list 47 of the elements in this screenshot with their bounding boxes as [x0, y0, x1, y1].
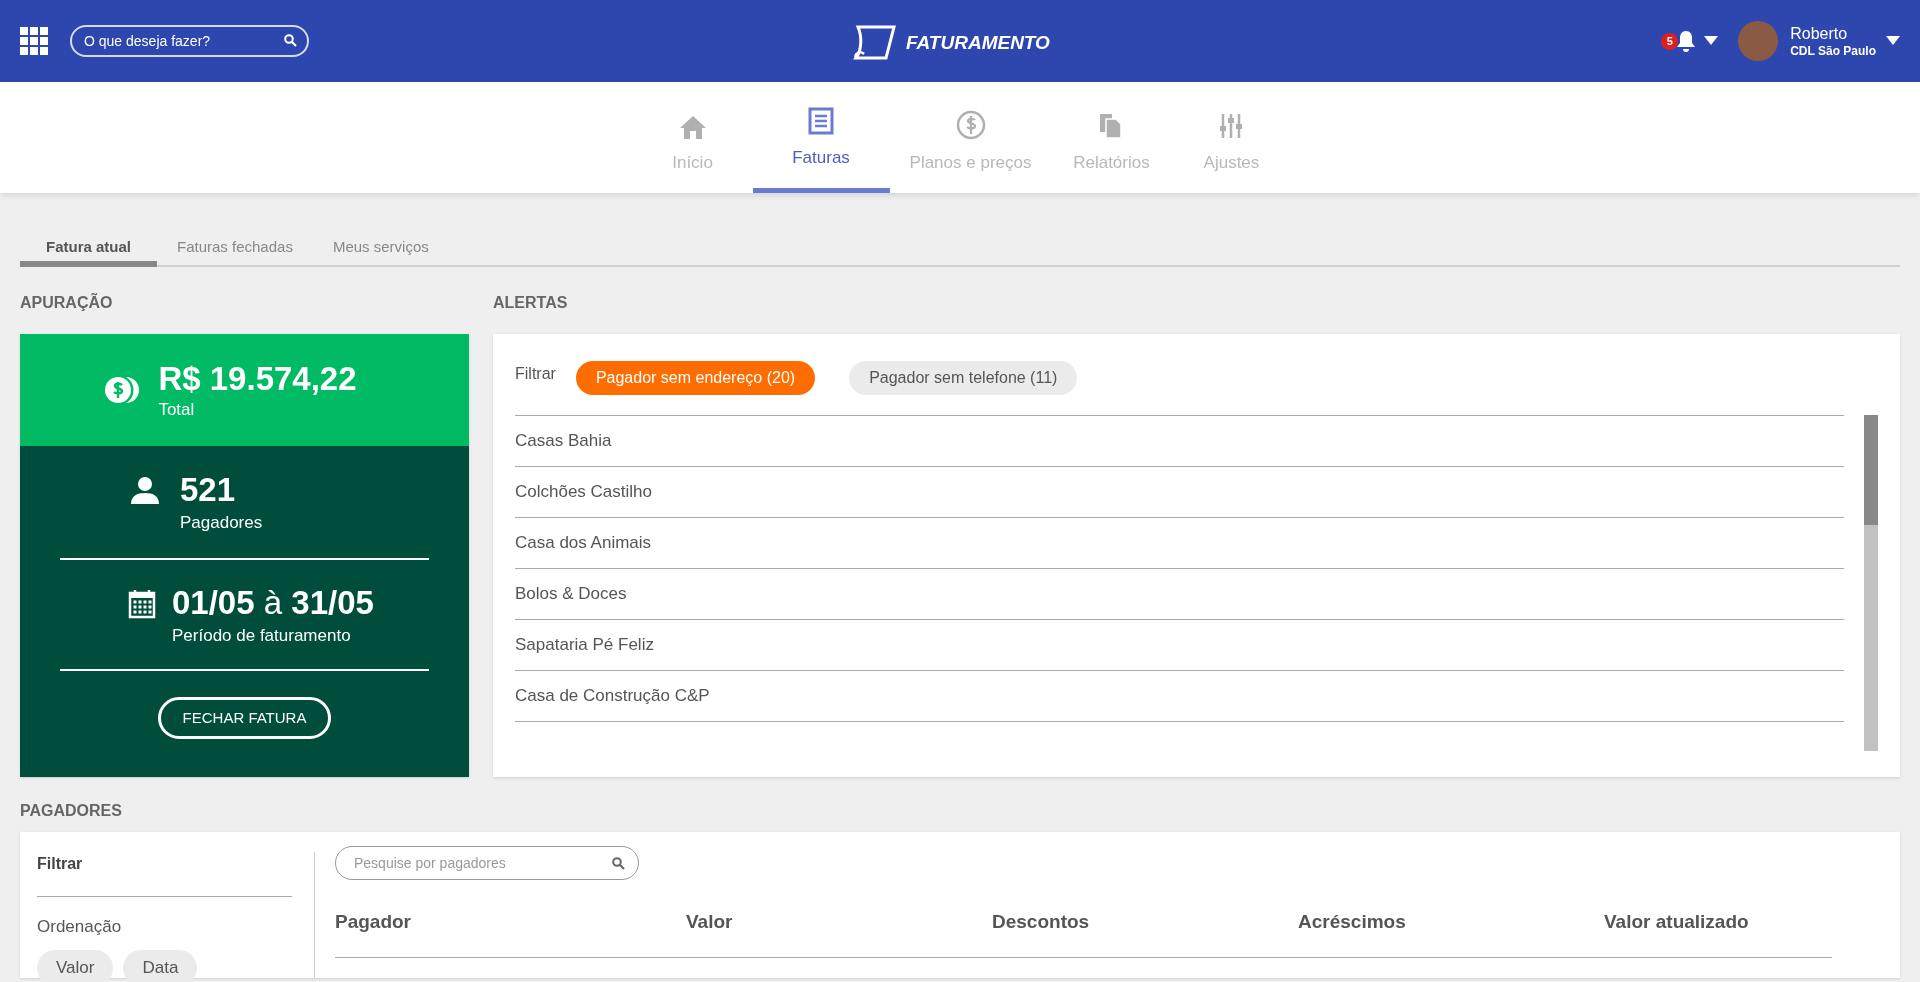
payers-label: Pagadores: [180, 514, 263, 531]
sliders-icon: [1219, 111, 1244, 140]
column-header[interactable]: Descontos: [992, 908, 1298, 937]
search-field[interactable]: Pesquise por pagadores: [335, 846, 639, 880]
alert-list-item[interactable]: Casa dos Animais: [515, 530, 652, 556]
user-name: Roberto: [1790, 23, 1849, 44]
payers-count: 521: [180, 473, 237, 506]
dollar-icon: [955, 109, 986, 140]
section-title: ALERTAS: [493, 293, 569, 313]
total-label: Total: [158, 401, 196, 418]
user-organization: CDL São Paulo: [1790, 43, 1876, 59]
filter-chip[interactable]: Pagador sem telefone (11): [849, 361, 1078, 395]
period-label: Período de faturamento: [172, 626, 352, 644]
scrollbar[interactable]: [1864, 415, 1878, 751]
section-title: PAGADORES: [20, 801, 123, 821]
sort-chip[interactable]: Data: [123, 949, 198, 982]
column-header[interactable]: Valor: [686, 908, 992, 937]
ordering-label: Ordenação: [37, 916, 123, 938]
apps-grid-icon[interactable]: [20, 27, 48, 55]
filter-title: Filtrar: [37, 852, 292, 897]
column-header[interactable]: Valor atualizado: [1604, 908, 1832, 937]
alert-list-item[interactable]: Casas Bahia: [515, 428, 612, 454]
close-invoice-button[interactable]: FECHAR FATURA: [157, 697, 332, 739]
nav-tab[interactable]: Faturas: [752, 82, 890, 193]
search-icon: [284, 34, 297, 47]
sort-chip[interactable]: Valor: [37, 949, 114, 982]
column-header[interactable]: Acréscimos: [1298, 908, 1604, 937]
section-title: APURAÇÃO: [20, 292, 114, 313]
document-icon: [808, 106, 835, 135]
column-header[interactable]: Pagador: [335, 908, 686, 937]
app-title: FATURAMENTO: [906, 30, 1050, 55]
alert-list-item[interactable]: Bolos & Doces: [515, 581, 627, 607]
logo-icon: [852, 24, 896, 62]
alert-list-item[interactable]: Colchões Castilho: [515, 479, 652, 505]
person-icon: [130, 475, 160, 505]
alert-list-item[interactable]: Sapataria Pé Feliz: [515, 632, 654, 658]
sub-tab[interactable]: Fatura atual: [20, 233, 157, 267]
home-icon: [678, 113, 707, 140]
caret-icon[interactable]: [1886, 36, 1900, 46]
billing-period: 01/05 à 31/05: [172, 585, 374, 619]
alert-list-item[interactable]: Casa de Construção C&P: [515, 683, 710, 709]
caret-icon[interactable]: [1704, 36, 1719, 46]
calendar-icon: [128, 588, 156, 619]
search-icon: [612, 857, 625, 870]
total-value: R$ 19.574,22: [158, 362, 357, 395]
notification-badge: 5: [1661, 32, 1679, 50]
filter-label: Filtrar: [515, 364, 556, 384]
